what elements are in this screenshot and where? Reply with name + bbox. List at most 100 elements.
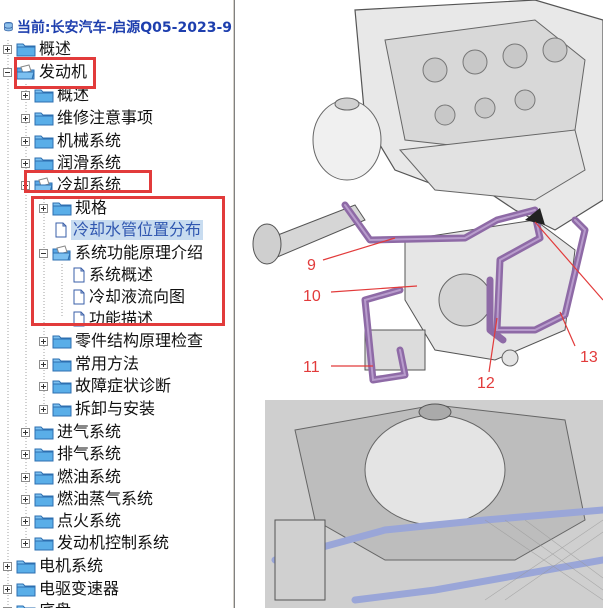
tree-item-coolant-flow-diagram[interactable]: 冷却液流向图	[57, 286, 185, 308]
folder-icon	[34, 471, 54, 485]
tree-item-ignition-system[interactable]: 点火系统	[21, 510, 121, 532]
tree-item-label: 常用方法	[75, 354, 140, 373]
document-content-pane[interactable]: 9 10 11 12 13	[235, 0, 603, 608]
expand-icon[interactable]	[21, 538, 30, 548]
tree-item-label: 概述	[39, 39, 72, 58]
expand-icon[interactable]	[39, 404, 48, 414]
folder-icon	[34, 112, 54, 126]
tree-item-function-description[interactable]: 功能描述	[57, 308, 153, 330]
expand-icon[interactable]	[21, 90, 30, 100]
expand-icon[interactable]	[21, 113, 30, 123]
tree-item-label: 机械系统	[57, 131, 122, 150]
folder-icon	[34, 426, 54, 440]
tree-item-coolant-pipe-layout[interactable]: 冷却水管位置分布	[39, 219, 204, 241]
tree-item-label: 系统概述	[89, 265, 154, 284]
callout-11: 11	[303, 359, 320, 376]
expand-icon[interactable]	[3, 584, 12, 594]
document-icon	[73, 267, 85, 283]
folder-icon	[34, 493, 54, 507]
tree-item-intake-system[interactable]: 进气系统	[21, 421, 121, 443]
tree-item-engine-overview[interactable]: 概述	[21, 84, 89, 106]
tree-item-component-inspection[interactable]: 零件结构原理检查	[39, 330, 203, 352]
tree-item-label: 燃油蒸气系统	[57, 489, 154, 508]
expand-icon[interactable]	[3, 561, 12, 571]
folder-icon	[52, 202, 72, 216]
tree-item-e-drive-transmission[interactable]: 电驱变速器	[3, 578, 119, 600]
expand-icon[interactable]	[39, 203, 48, 213]
tree-item-label: 冷却液流向图	[89, 287, 186, 306]
tree-item-label: 系统功能原理介绍	[75, 243, 204, 262]
folder-icon	[34, 448, 54, 462]
expand-icon[interactable]	[21, 472, 30, 482]
expand-icon[interactable]	[3, 44, 12, 54]
callout-9: 9	[307, 257, 316, 274]
open-folder-icon	[34, 177, 53, 193]
tree-item-engine-control-system[interactable]: 发动机控制系统	[21, 532, 169, 554]
tree-item-label: 润滑系统	[57, 153, 122, 172]
document-icon	[73, 289, 85, 305]
callout-10: 10	[303, 288, 321, 305]
expand-icon[interactable]	[21, 158, 30, 168]
document-icon	[73, 311, 85, 327]
tree-item-common-methods[interactable]: 常用方法	[39, 353, 139, 375]
collapse-icon[interactable]	[3, 67, 12, 77]
tree-item-motor-system[interactable]: 电机系统	[3, 555, 103, 577]
collapse-icon[interactable]	[39, 248, 48, 258]
tree-item-label: 规格	[75, 198, 108, 217]
tree-item-label: 冷却水管位置分布	[71, 220, 204, 240]
engine-bay-illustration	[265, 400, 603, 608]
tree-item-maintenance-notes[interactable]: 维修注意事项	[21, 107, 153, 129]
expand-icon[interactable]	[21, 449, 30, 459]
tree-item-label: 维修注意事项	[57, 108, 154, 127]
tree-item-removal-installation[interactable]: 拆卸与安装	[39, 398, 155, 420]
tree-item-specifications[interactable]: 规格	[39, 197, 107, 219]
tree-item-label: 发动机	[39, 62, 88, 81]
open-folder-icon	[16, 64, 35, 80]
tree-item-lubrication-system[interactable]: 润滑系统	[21, 152, 121, 174]
folder-icon	[52, 403, 72, 417]
folder-icon	[52, 380, 72, 394]
tree-item-label: 概述	[57, 85, 90, 104]
tree-item-fuel-vapor-system[interactable]: 燃油蒸气系统	[21, 488, 153, 510]
expand-icon[interactable]	[21, 427, 30, 437]
tree-item-label: 电机系统	[39, 556, 104, 575]
tree-item-exhaust-system[interactable]: 排气系统	[21, 443, 121, 465]
tree-item-label: 拆卸与安装	[75, 399, 156, 418]
folder-icon	[52, 358, 72, 372]
tree-item-system-principles[interactable]: 系统功能原理介绍	[39, 242, 203, 264]
tree-item-label: 电驱变速器	[39, 579, 120, 598]
tree-item-chassis[interactable]: 底盘	[3, 600, 71, 608]
tree-item-fuel-system[interactable]: 燃油系统	[21, 466, 121, 488]
tree-item-label: 燃油系统	[57, 467, 122, 486]
tree-item-label: 故障症状诊断	[75, 376, 172, 395]
expand-icon[interactable]	[39, 359, 48, 369]
folder-icon	[16, 583, 36, 597]
tree-item-label: 底盘	[39, 601, 71, 608]
tree-item-fault-diagnosis[interactable]: 故障症状诊断	[39, 375, 171, 397]
tree-item-label: 进气系统	[57, 422, 122, 441]
tree-item-overview[interactable]: 概述	[3, 38, 71, 60]
folder-icon	[34, 135, 54, 149]
tree-item-mechanical-system[interactable]: 机械系统	[21, 130, 121, 152]
navigation-tree-pane[interactable]: 当前:长安汽车-启源Q05-2023-9 概述 发动机 概述 维修注意事项 机械系统 润滑…	[0, 0, 232, 608]
collapse-icon[interactable]	[21, 180, 30, 190]
open-folder-icon	[52, 245, 71, 261]
folder-icon	[16, 605, 36, 608]
tree-item-label: 零件结构原理检查	[75, 331, 204, 350]
expand-icon[interactable]	[39, 381, 48, 391]
tree-item-system-overview[interactable]: 系统概述	[57, 264, 153, 286]
expand-icon[interactable]	[21, 516, 30, 526]
folder-icon	[34, 515, 54, 529]
expand-icon[interactable]	[21, 494, 30, 504]
folder-icon	[16, 560, 36, 574]
tree-item-cooling-system[interactable]: 冷却系统	[21, 174, 121, 196]
cooling-pipe-diagram: 9 10 11 12 13	[235, 0, 603, 608]
folder-icon	[34, 89, 54, 103]
folder-icon	[34, 157, 54, 171]
engine-illustration	[235, 0, 603, 395]
expand-icon[interactable]	[21, 136, 30, 146]
tree-item-label: 发动机控制系统	[57, 533, 170, 552]
tree-item-label: 功能描述	[89, 309, 154, 328]
expand-icon[interactable]	[39, 336, 48, 346]
tree-item-engine[interactable]: 发动机	[3, 61, 87, 83]
